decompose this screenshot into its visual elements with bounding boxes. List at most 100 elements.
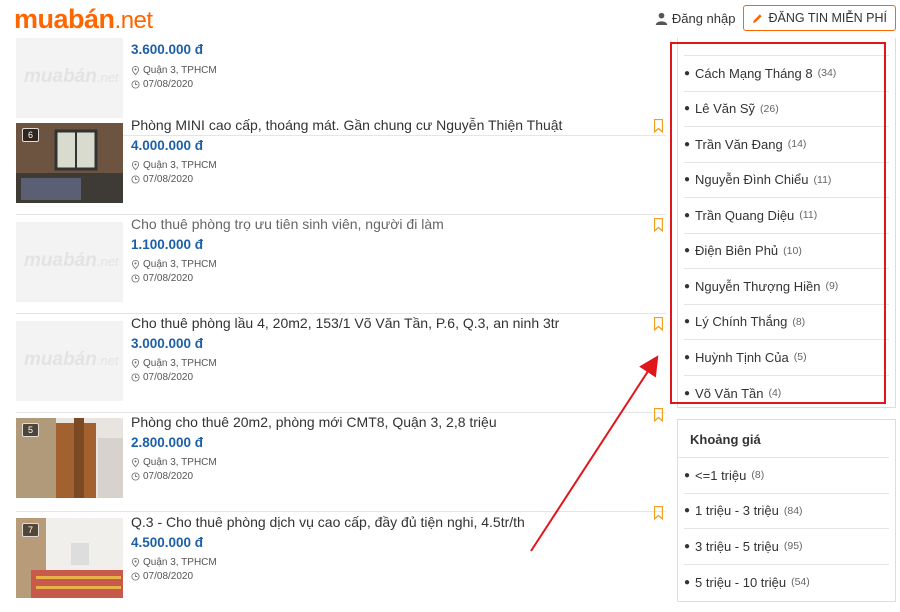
price-filter-item[interactable]: ●5 triệu - 10 triệu(54) xyxy=(684,565,889,601)
listing-location: Quận 3, TPHCM xyxy=(131,358,217,369)
street-count: (14) xyxy=(788,138,807,150)
listing-thumbnail[interactable]: 5 xyxy=(16,418,123,498)
street-name: Nguyễn Thượng Hiền xyxy=(695,279,820,294)
street-filter-item[interactable]: ●Nguyễn Thượng Hiền(9) xyxy=(684,269,889,305)
listing-thumbnail-placeholder[interactable]: muabán.net xyxy=(16,222,123,302)
listing-item[interactable]: 5 Phòng cho thuê 20m2, phòng mới CMT8, Q… xyxy=(16,414,666,512)
street-count: (9) xyxy=(825,280,838,292)
login-link[interactable]: Đăng nhập xyxy=(655,11,736,26)
listing-title[interactable]: Q.3 - Cho thuê phòng dịch vụ cao cấp, đầ… xyxy=(131,514,525,530)
bookmark-icon[interactable] xyxy=(654,408,663,422)
street-name: Cách Mạng Tháng 8 xyxy=(695,66,813,81)
date-text: 07/08/2020 xyxy=(143,174,193,185)
clock-icon xyxy=(131,274,140,283)
map-pin-icon xyxy=(131,66,140,75)
street-filter-item[interactable]: ●Lê Văn Sỹ(26) xyxy=(684,92,889,128)
user-icon xyxy=(655,12,668,25)
listing-price: 3.600.000 đ xyxy=(131,42,203,57)
listing-location: Quận 3, TPHCM xyxy=(131,259,217,270)
pencil-icon xyxy=(752,13,763,24)
listing-title[interactable]: Cho thuê phòng trọ ưu tiên sinh viên, ng… xyxy=(131,216,444,232)
price-count: (54) xyxy=(791,576,810,588)
date-text: 07/08/2020 xyxy=(143,571,193,582)
listing-item[interactable]: 6 Phòng MINI cao cấp, thoáng mát. Gần ch… xyxy=(16,117,666,215)
listing-thumbnail-placeholder[interactable]: muabán.net xyxy=(16,38,123,118)
listing-date: 07/08/2020 xyxy=(131,174,193,185)
street-filter-item[interactable]: ●Lý Chính Thắng(8) xyxy=(684,305,889,341)
date-text: 07/08/2020 xyxy=(143,471,193,482)
bullet-icon: ● xyxy=(684,352,690,363)
post-ad-button[interactable]: ĐĂNG TIN MIỄN PHÍ xyxy=(743,5,896,31)
location-text: Quận 3, TPHCM xyxy=(143,160,217,171)
photo-count-badge: 7 xyxy=(22,523,39,537)
thumbnail-watermark: muabán.net xyxy=(24,349,119,371)
street-count: (5) xyxy=(794,351,807,363)
bullet-icon: ● xyxy=(684,316,690,327)
street-name: Trần Quang Diệu xyxy=(695,208,794,223)
street-count: (11) xyxy=(814,174,832,186)
street-filter-item[interactable]: ●Nguyễn Đình Chiểu(11) xyxy=(684,163,889,199)
street-count: (10) xyxy=(783,245,802,257)
bullet-icon: ● xyxy=(684,245,690,256)
listing-date: 07/08/2020 xyxy=(131,571,193,582)
bullet-icon: ● xyxy=(684,388,690,399)
bullet-icon: ● xyxy=(684,541,690,552)
photo-count-badge: 5 xyxy=(22,423,39,437)
map-pin-icon xyxy=(131,458,140,467)
bullet-icon: ● xyxy=(684,470,690,481)
street-count: (8) xyxy=(792,316,805,328)
bullet-icon: ● xyxy=(684,210,690,221)
price-count: (95) xyxy=(784,540,803,552)
listing-thumbnail-placeholder[interactable]: muabán.net xyxy=(16,321,123,401)
clock-icon xyxy=(131,572,140,581)
street-filter-item[interactable]: ● Võ Văn Tần (4) xyxy=(684,376,889,412)
map-pin-icon xyxy=(131,359,140,368)
street-filter-panel: ●Cách Mạng Tháng 8(34) ●Lê Văn Sỹ(26) ● T… xyxy=(677,38,896,408)
street-filter-item[interactable]: ● Trần Văn Đang (14) xyxy=(684,127,889,163)
listing-item[interactable]: muabán.net Cho thuê phòng trọ ưu tiên si… xyxy=(16,216,666,314)
listing-item[interactable]: 7 Q.3 - Cho thuê phòng dịch vụ cao cấp, … xyxy=(16,514,666,612)
listing-item[interactable]: muabán.net Cho thuê phòng lầu 4, 20m2, 1… xyxy=(16,315,666,413)
panel-divider xyxy=(684,38,889,56)
listing-date: 07/08/2020 xyxy=(131,372,193,383)
clock-icon xyxy=(131,80,140,89)
street-filter-item[interactable]: ● Trần Quang Diệu (11) xyxy=(684,198,889,234)
listing-title[interactable]: Phòng MINI cao cấp, thoáng mát. Gần chun… xyxy=(131,117,562,133)
price-count: (84) xyxy=(784,505,803,517)
street-name: Trần Văn Đang xyxy=(695,137,783,152)
site-logo[interactable]: muabán.net xyxy=(14,4,153,35)
thumbnail-watermark: muabán.net xyxy=(24,66,119,88)
listing-thumbnail[interactable]: 6 xyxy=(16,123,123,203)
price-filter-item[interactable]: ●<=1 triệu(8) xyxy=(684,458,889,494)
date-text: 07/08/2020 xyxy=(143,273,193,284)
street-name: Võ Văn Tần xyxy=(695,386,763,401)
street-filter-item[interactable]: ●Điện Biên Phủ(10) xyxy=(684,234,889,270)
listing-price: 4.000.000 đ xyxy=(131,138,203,153)
street-name: Nguyễn Đình Chiểu xyxy=(695,172,808,187)
map-pin-icon xyxy=(131,260,140,269)
street-filter-item[interactable]: ●Huỳnh Tịnh Của(5) xyxy=(684,340,889,376)
login-label: Đăng nhập xyxy=(672,11,736,26)
photo-count-badge: 6 xyxy=(22,128,39,142)
bookmark-icon[interactable] xyxy=(654,317,663,331)
price-filter-item[interactable]: ●3 triệu - 5 triệu(95) xyxy=(684,529,889,565)
listing-thumbnail[interactable]: 7 xyxy=(16,518,123,598)
listing-location: Quận 3, TPHCM xyxy=(131,557,217,568)
street-count: (4) xyxy=(768,387,781,399)
location-text: Quận 3, TPHCM xyxy=(143,259,217,270)
clock-icon xyxy=(131,472,140,481)
bullet-icon: ● xyxy=(684,139,690,150)
bullet-icon: ● xyxy=(684,505,690,516)
clock-icon xyxy=(131,175,140,184)
bookmark-icon[interactable] xyxy=(654,119,663,133)
bookmark-icon[interactable] xyxy=(654,506,663,520)
bookmark-icon[interactable] xyxy=(654,218,663,232)
street-name: Lê Văn Sỹ xyxy=(695,101,755,116)
street-filter-item[interactable]: ●Cách Mạng Tháng 8(34) xyxy=(684,56,889,92)
listing-title[interactable]: Cho thuê phòng lầu 4, 20m2, 153/1 Võ Văn… xyxy=(131,315,559,331)
listing-price: 4.500.000 đ xyxy=(131,535,203,550)
price-filter-item[interactable]: ●1 triệu - 3 triệu(84) xyxy=(684,494,889,530)
street-count: (11) xyxy=(799,209,817,221)
listing-title[interactable]: Phòng cho thuê 20m2, phòng mới CMT8, Quậ… xyxy=(131,414,497,430)
price-range: <=1 triệu xyxy=(695,468,746,483)
